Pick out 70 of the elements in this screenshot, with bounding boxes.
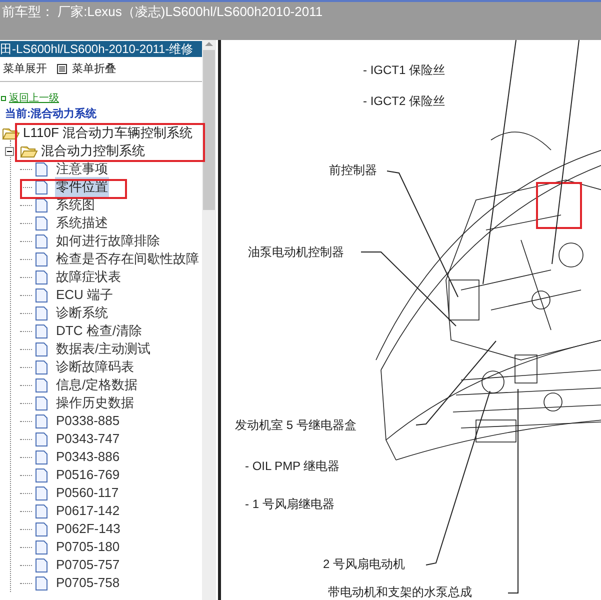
tree-folder-item[interactable]: L110F 混合动力车辆控制系统 (23, 123, 193, 143)
page-icon (35, 162, 48, 176)
tree-page-item[interactable]: 诊断系统 (55, 303, 109, 323)
page-icon (35, 432, 48, 446)
current-section: 当前:混合动力系统 (0, 106, 202, 122)
page-icon (35, 378, 48, 392)
open-folder-icon (20, 144, 38, 158)
tree-folder-item[interactable]: 混合动力控制系统 (41, 141, 145, 161)
tree-page-item[interactable]: P0617-142 (55, 501, 121, 521)
window-title: 前车型： 厂家:Lexus（凌志)LS600hl/LS600h2010-2011 (2, 3, 324, 19)
tree-page-item[interactable]: P0705-758 (55, 573, 121, 593)
page-icon (35, 414, 48, 428)
tree-page-item[interactable]: 数据表/主动测试 (55, 339, 152, 359)
tree-page-item[interactable]: P0705-757 (55, 555, 121, 575)
tree-page-item[interactable]: P0516-769 (55, 465, 121, 485)
tree-page-item[interactable]: 检查是否存在间歇性故障 (55, 249, 200, 269)
page-icon (35, 558, 48, 572)
callout-label: - IGCT1 保险丝 (363, 62, 446, 78)
page-icon (35, 306, 48, 320)
page-icon (35, 252, 48, 266)
page-icon (35, 180, 48, 194)
square-icon (1, 96, 6, 100)
scroll-up-icon[interactable] (205, 42, 213, 46)
tree-page-item[interactable]: 系统描述 (55, 213, 109, 233)
tree-page-item[interactable]: 故障症状表 (55, 267, 122, 287)
scroll-thumb[interactable] (203, 50, 215, 210)
toolbar-button[interactable]: 菜单展开 (3, 60, 47, 78)
callout-label: 前控制器 (329, 162, 377, 178)
callout-label: 带电动机和支架的水泵总成 (328, 584, 472, 600)
page-icon (35, 198, 48, 212)
list-icon (57, 64, 67, 74)
sidebar-header-text: 田-LS600hl/LS600h-2010-2011-维修 (0, 41, 194, 58)
scrollbar[interactable] (202, 40, 216, 600)
callout-label: - OIL PMP 继电器 (245, 458, 340, 474)
page-icon (35, 468, 48, 482)
page-icon (35, 540, 48, 554)
tree-page-item[interactable]: DTC 检查/清除 (55, 321, 143, 341)
back-link[interactable]: 返回上一级 (9, 90, 59, 106)
tree-page-item[interactable]: 诊断故障码表 (55, 357, 135, 377)
tree-page-item[interactable]: P0705-180 (55, 537, 121, 557)
collapse-toggle-icon[interactable] (5, 146, 14, 156)
toolbar-button[interactable]: 菜单折叠 (57, 60, 116, 78)
page-icon (35, 342, 48, 356)
callout-label: 油泵电动机控制器 (248, 244, 344, 260)
page-icon (35, 288, 48, 302)
tree-page-item[interactable]: P0343-747 (55, 429, 121, 449)
tree-page-item[interactable]: 注意事项 (55, 159, 109, 179)
page-icon (35, 270, 48, 284)
page-icon (35, 576, 48, 590)
page-icon (35, 450, 48, 464)
tree-page-item[interactable]: 如何进行故障排除 (55, 231, 161, 251)
page-icon (35, 234, 48, 248)
page-icon (35, 486, 48, 500)
callout-label: - 1 号风扇继电器 (245, 496, 334, 512)
callout-label: 2 号风扇电动机 (323, 556, 406, 572)
page-icon (35, 360, 48, 374)
tree-page-item[interactable]: P0560-117 (55, 483, 120, 503)
page-icon (35, 324, 48, 338)
tree-page-item[interactable]: P062F-143 (55, 519, 122, 539)
tree-page-item[interactable]: 操作历史数据 (55, 393, 135, 413)
callout-label: 发动机室 5 号继电器盒 (235, 417, 356, 433)
page-icon (35, 216, 48, 230)
tree-page-item[interactable]: P0343-886 (55, 447, 121, 467)
page-icon (35, 522, 48, 536)
page-icon (35, 504, 48, 518)
callout-label: - IGCT2 保险丝 (363, 93, 446, 109)
tree-page-item[interactable]: P0338-885 (55, 411, 121, 431)
tree-page-item[interactable]: ECU 端子 (55, 285, 114, 305)
tree-page-item[interactable]: 信息/定格数据 (55, 375, 139, 395)
page-icon (35, 396, 48, 410)
